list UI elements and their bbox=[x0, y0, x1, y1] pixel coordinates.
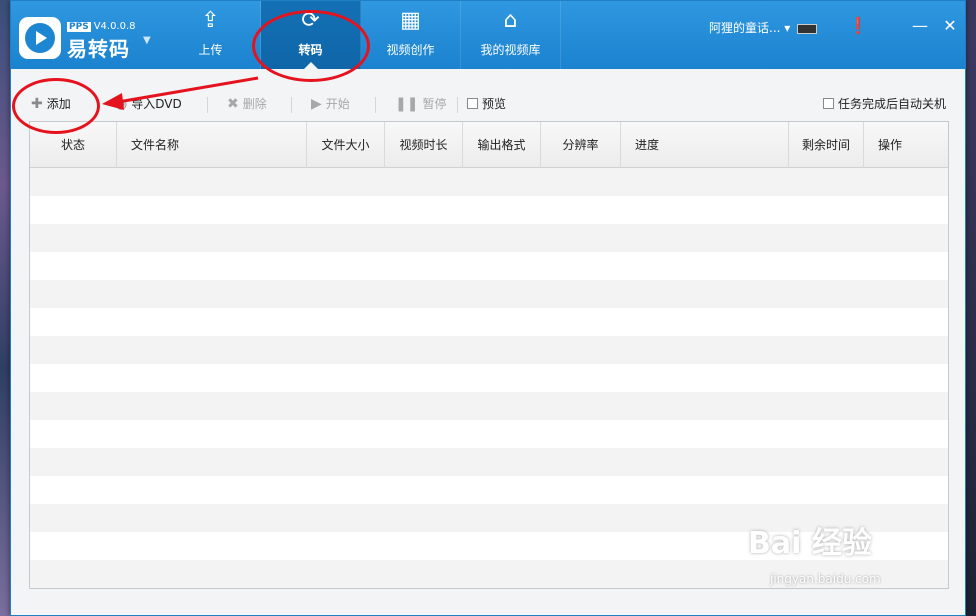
app-logo bbox=[19, 17, 61, 59]
col-filename[interactable]: 文件名称 bbox=[117, 122, 307, 168]
table-header: 状态 文件名称 文件大小 视频时长 输出格式 分辨率 进度 剩余时间 操作 bbox=[30, 122, 948, 168]
disc-icon: ◉ bbox=[115, 95, 128, 112]
checkbox-icon bbox=[467, 98, 478, 109]
col-status[interactable]: 状态 bbox=[30, 122, 117, 168]
film-icon: ▦ bbox=[400, 7, 421, 33]
account-menu[interactable]: 阿狸的童话... ▾ bbox=[709, 19, 818, 36]
table-row bbox=[30, 168, 948, 196]
upload-icon: ⇪ bbox=[201, 7, 220, 33]
convert-icon: ⟳ bbox=[301, 7, 320, 33]
col-resolution[interactable]: 分辨率 bbox=[541, 122, 621, 168]
tab-upload[interactable]: ⇪ 上传 bbox=[161, 1, 261, 69]
tab-convert[interactable]: ⟳ 转码 bbox=[261, 1, 361, 69]
table-row bbox=[30, 364, 948, 392]
divider bbox=[375, 97, 376, 113]
pause-button[interactable]: ❚❚ 暂停 bbox=[395, 95, 446, 112]
minimize-button[interactable]: — bbox=[907, 15, 933, 37]
keyboard-icon bbox=[797, 23, 818, 34]
table-row bbox=[30, 420, 948, 448]
tab-my-library[interactable]: ⌂ 我的视频库 bbox=[461, 1, 561, 69]
divider bbox=[457, 97, 458, 113]
col-progress[interactable]: 进度 bbox=[621, 122, 789, 168]
feedback-icon[interactable]: ❗ bbox=[845, 15, 871, 37]
auto-shutdown-checkbox[interactable]: 任务完成后自动关机 bbox=[823, 95, 946, 112]
table-row bbox=[30, 448, 948, 476]
table-row bbox=[30, 308, 948, 336]
toolbar: ✚ 添加 ◉ 导入DVD ✖ 删除 ▶ 开始 ❚❚ 暂停 预览 任务完成后自动关 bbox=[11, 89, 965, 119]
divider bbox=[207, 97, 208, 113]
checkbox-icon bbox=[823, 98, 834, 109]
table-row bbox=[30, 280, 948, 308]
main-nav: ⇪ 上传 ⟳ 转码 ▦ 视频创作 ⌂ 我的视频库 bbox=[161, 1, 561, 69]
pause-icon: ❚❚ bbox=[395, 95, 419, 112]
table-row bbox=[30, 336, 948, 364]
close-button[interactable]: ✕ bbox=[937, 15, 963, 37]
table-row bbox=[30, 392, 948, 420]
preview-checkbox[interactable]: 预览 bbox=[467, 95, 506, 112]
table-row bbox=[30, 252, 948, 280]
delete-icon: ✖ bbox=[227, 95, 239, 112]
version-label: PPS V4.0.0.8 bbox=[67, 21, 136, 32]
table-row bbox=[30, 476, 948, 504]
import-dvd-button[interactable]: ◉ 导入DVD bbox=[115, 95, 182, 112]
col-filesize[interactable]: 文件大小 bbox=[307, 122, 385, 168]
baidu-watermark: Bai 经验 bbox=[748, 526, 872, 561]
col-actions[interactable]: 操作 bbox=[864, 122, 948, 168]
table-row bbox=[30, 224, 948, 252]
start-button[interactable]: ▶ 开始 bbox=[311, 95, 350, 112]
col-remaining-time[interactable]: 剩余时间 bbox=[789, 122, 864, 168]
col-output-format[interactable]: 输出格式 bbox=[463, 122, 541, 168]
chevron-down-icon: ▾ bbox=[784, 21, 791, 35]
add-button[interactable]: ✚ 添加 bbox=[31, 95, 71, 112]
app-name: 易转码 bbox=[67, 37, 130, 61]
table-row bbox=[30, 196, 948, 224]
delete-button[interactable]: ✖ 删除 bbox=[227, 95, 267, 112]
brand-menu-chevron-icon[interactable]: ▼ bbox=[143, 35, 151, 46]
plus-icon: ✚ bbox=[31, 95, 43, 112]
play-icon: ▶ bbox=[311, 95, 322, 112]
tab-video-create[interactable]: ▦ 视频创作 bbox=[361, 1, 461, 69]
col-duration[interactable]: 视频时长 bbox=[385, 122, 463, 168]
baidu-watermark-url: jingyan.baidu.com bbox=[770, 572, 881, 586]
desktop-background bbox=[0, 0, 10, 616]
library-icon: ⌂ bbox=[503, 7, 518, 33]
divider bbox=[291, 97, 292, 113]
title-bar: PPS V4.0.0.8 易转码 ▼ ⇪ 上传 ⟳ 转码 ▦ 视频创作 ⌂ 我的视… bbox=[11, 1, 965, 69]
account-name: 阿狸的童话... bbox=[709, 21, 781, 35]
